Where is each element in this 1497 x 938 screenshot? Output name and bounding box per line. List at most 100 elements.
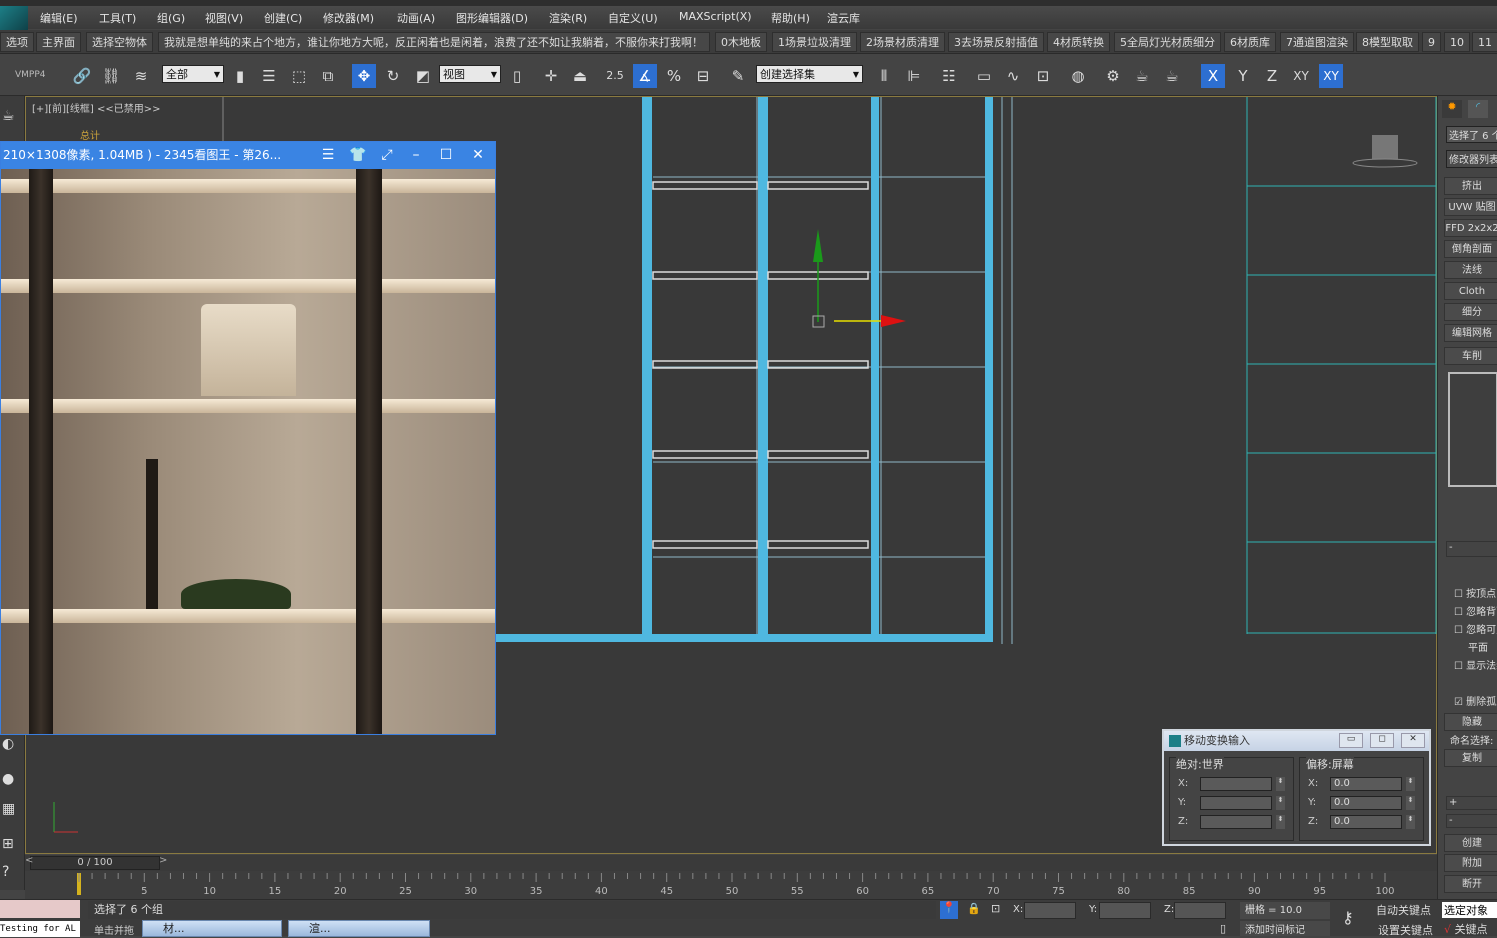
rollout-collapse[interactable]: - bbox=[1446, 541, 1497, 557]
modifier-bevel-profile[interactable]: 倒角剖面 bbox=[1444, 240, 1497, 258]
time-slider[interactable]: 0 / 100 < > bbox=[25, 855, 1437, 871]
spinner-snap-icon[interactable]: ⊟ bbox=[691, 64, 715, 88]
menu-icon[interactable]: ☰ bbox=[313, 142, 343, 169]
spinner[interactable]: ⬍ bbox=[1406, 796, 1415, 810]
spinner[interactable]: ⬍ bbox=[1406, 777, 1415, 791]
layer-manager-icon[interactable]: ☷ bbox=[937, 64, 961, 88]
track-bar[interactable]: 5 10 15 20 25 30 35 40 45 50 55 60 65 70 75 80 85 90 95 100 bbox=[25, 871, 1437, 899]
menu-help[interactable]: 帮助(H) bbox=[771, 10, 810, 26]
tab-material-cleanup[interactable]: 2场景材质清理 bbox=[860, 32, 945, 52]
isolate-icon[interactable]: 📍 bbox=[940, 901, 958, 919]
sphere-icon[interactable]: ◐ bbox=[2, 736, 14, 752]
scale-icon[interactable]: ◩ bbox=[411, 64, 435, 88]
modifier-edit-mesh[interactable]: 编辑网格 bbox=[1444, 324, 1497, 342]
object-name-field[interactable]: 选择了 6 个 bbox=[1446, 126, 1497, 143]
tool-icon[interactable]: ⊞ bbox=[2, 836, 14, 852]
y-coord-input[interactable] bbox=[1099, 902, 1151, 919]
reference-coord-dropdown[interactable]: 视图 bbox=[439, 65, 501, 84]
option-ignore-visible-edges[interactable]: ☐ 忽略可见边 bbox=[1454, 622, 1497, 640]
rollout-expand[interactable]: + bbox=[1446, 796, 1497, 810]
percent-snap-icon[interactable]: % bbox=[662, 64, 686, 88]
select-object-icon[interactable]: ▮ bbox=[228, 64, 252, 88]
plugin-label[interactable]: VMPP4 bbox=[15, 70, 46, 80]
edit-named-selection-icon[interactable]: ✎ bbox=[726, 64, 750, 88]
maxscript-listener-pink[interactable] bbox=[0, 900, 80, 918]
tab-11[interactable]: 11 bbox=[1472, 32, 1497, 52]
offset-x-input[interactable]: 0.0 bbox=[1330, 777, 1402, 791]
maxscript-listener[interactable]: Testing for AL bbox=[0, 921, 80, 937]
minimize-icon[interactable]: ▭ bbox=[1339, 733, 1363, 748]
option-ignore-backfacing[interactable]: ☐ 忽略背面 bbox=[1454, 604, 1497, 622]
key-filter-dropdown[interactable]: 选定对象 bbox=[1442, 902, 1497, 918]
app-logo[interactable] bbox=[0, 6, 28, 32]
spinner[interactable]: ⬍ bbox=[1276, 796, 1285, 810]
fullscreen-icon[interactable]: ⤢ bbox=[372, 142, 402, 169]
tab-material-library[interactable]: 6材质库 bbox=[1224, 32, 1276, 52]
rendered-frame-icon[interactable]: ☕ bbox=[1130, 64, 1154, 88]
close-icon[interactable]: ✕ bbox=[1401, 733, 1425, 748]
menu-create[interactable]: 创建(C) bbox=[264, 10, 302, 26]
mirror-icon[interactable]: ⫴ bbox=[872, 64, 896, 88]
snap-toggle-icon[interactable]: 2.5 bbox=[603, 64, 627, 88]
menu-rendering[interactable]: 渲染(R) bbox=[549, 10, 587, 26]
lock-icon[interactable]: 🔒 bbox=[967, 902, 981, 915]
tab-reflection-interp[interactable]: 3去场景反射插值 bbox=[948, 32, 1044, 52]
rotate-icon[interactable]: ↻ bbox=[381, 64, 405, 88]
tab-light-subdivs[interactable]: 5全局灯光材质细分 bbox=[1114, 32, 1221, 52]
modifier-lathe[interactable]: 车削 bbox=[1444, 347, 1497, 365]
key-filters-button[interactable]: √ 关键点 bbox=[1444, 921, 1488, 937]
spinner[interactable]: ⬍ bbox=[1276, 777, 1285, 791]
menu-modifiers[interactable]: 修改器(M) bbox=[323, 10, 374, 26]
tab-material-convert[interactable]: 4材质转换 bbox=[1047, 32, 1110, 52]
viewport-label[interactable]: [+][前][线框] <<已禁用>> bbox=[32, 100, 160, 115]
tab-10[interactable]: 10 bbox=[1444, 32, 1470, 52]
pivot-center-icon[interactable]: ▯ bbox=[505, 64, 529, 88]
select-manipulate-icon[interactable]: ✛ bbox=[539, 64, 563, 88]
modifier-subdivide[interactable]: 细分 bbox=[1444, 303, 1497, 321]
schematic-view-icon[interactable]: ⊡ bbox=[1031, 64, 1055, 88]
move-icon[interactable]: ✥ bbox=[352, 64, 376, 88]
move-transform-dialog[interactable]: 移动变换输入 ▭ ◻ ✕ 绝对:世界 X: ⬍ Y: ⬍ Z: ⬍ 偏移:屏幕 X: 0… bbox=[1162, 729, 1431, 846]
copy-button[interactable]: 复制 bbox=[1444, 749, 1497, 767]
abs-x-input[interactable] bbox=[1200, 777, 1272, 791]
offset-y-input[interactable]: 0.0 bbox=[1330, 796, 1402, 810]
tab-channel-render[interactable]: 7通道图渲染 bbox=[1280, 32, 1354, 52]
menu-tools[interactable]: 工具(T) bbox=[99, 10, 136, 26]
menu-customize[interactable]: 自定义(U) bbox=[608, 10, 658, 26]
maximize-icon[interactable]: ☐ bbox=[431, 142, 461, 169]
axis-y-button[interactable]: Y bbox=[1231, 64, 1255, 88]
next-frame-icon[interactable]: > bbox=[159, 855, 167, 866]
grid-icon[interactable]: ▦ bbox=[2, 801, 15, 817]
prev-frame-icon[interactable]: < bbox=[25, 855, 33, 866]
ball-icon[interactable]: ● bbox=[2, 771, 14, 787]
image-viewer-titlebar[interactable]: 210×1308像素, 1.04MB ) - 2345看图王 - 第26... … bbox=[1, 142, 495, 169]
help-icon[interactable]: ? bbox=[2, 864, 9, 880]
bind-space-warp-icon[interactable]: ≋ bbox=[129, 64, 153, 88]
render-teapot-icon[interactable]: ☕ bbox=[1160, 64, 1184, 88]
tab-model-pick[interactable]: 8模型取取 bbox=[1356, 32, 1419, 52]
spinner[interactable]: ⬍ bbox=[1406, 815, 1415, 829]
tab-main-ui[interactable]: 主界面 bbox=[36, 32, 81, 52]
restore-icon[interactable]: ◻ bbox=[1370, 733, 1394, 748]
offset-z-input[interactable]: 0.0 bbox=[1330, 815, 1402, 829]
axis-z-button[interactable]: Z bbox=[1260, 64, 1284, 88]
axis-x-button[interactable]: X bbox=[1201, 64, 1225, 88]
z-coord-input[interactable] bbox=[1174, 902, 1226, 919]
menu-graph-editors[interactable]: 图形编辑器(D) bbox=[456, 10, 528, 26]
tab-options[interactable]: 选项 bbox=[0, 32, 34, 52]
tab-9[interactable]: 9 bbox=[1422, 32, 1441, 52]
modifier-stack[interactable] bbox=[1448, 372, 1497, 487]
add-time-tag[interactable]: 添加时间标记 bbox=[1240, 921, 1330, 936]
menu-maxscript[interactable]: MAXScript(X) bbox=[679, 10, 752, 23]
modifier-extrude[interactable]: 挤出 bbox=[1444, 177, 1497, 195]
skin-icon[interactable]: 👕 bbox=[343, 142, 373, 169]
teapot-icon[interactable]: ☕ bbox=[2, 108, 15, 124]
create-tab-icon[interactable]: ✹ bbox=[1442, 100, 1462, 118]
selection-filter-dropdown[interactable]: 全部 bbox=[162, 65, 224, 84]
window-crossing-icon[interactable]: ⧉ bbox=[316, 64, 340, 88]
time-tag-icon[interactable]: ▯ bbox=[1220, 922, 1226, 935]
tab-select-empty[interactable]: 选择空物体 bbox=[86, 32, 153, 52]
key-icon[interactable]: ⚷ bbox=[1342, 908, 1354, 927]
time-slider-thumb[interactable]: 0 / 100 bbox=[30, 856, 160, 870]
hide-button[interactable]: 隐藏 bbox=[1444, 713, 1497, 731]
